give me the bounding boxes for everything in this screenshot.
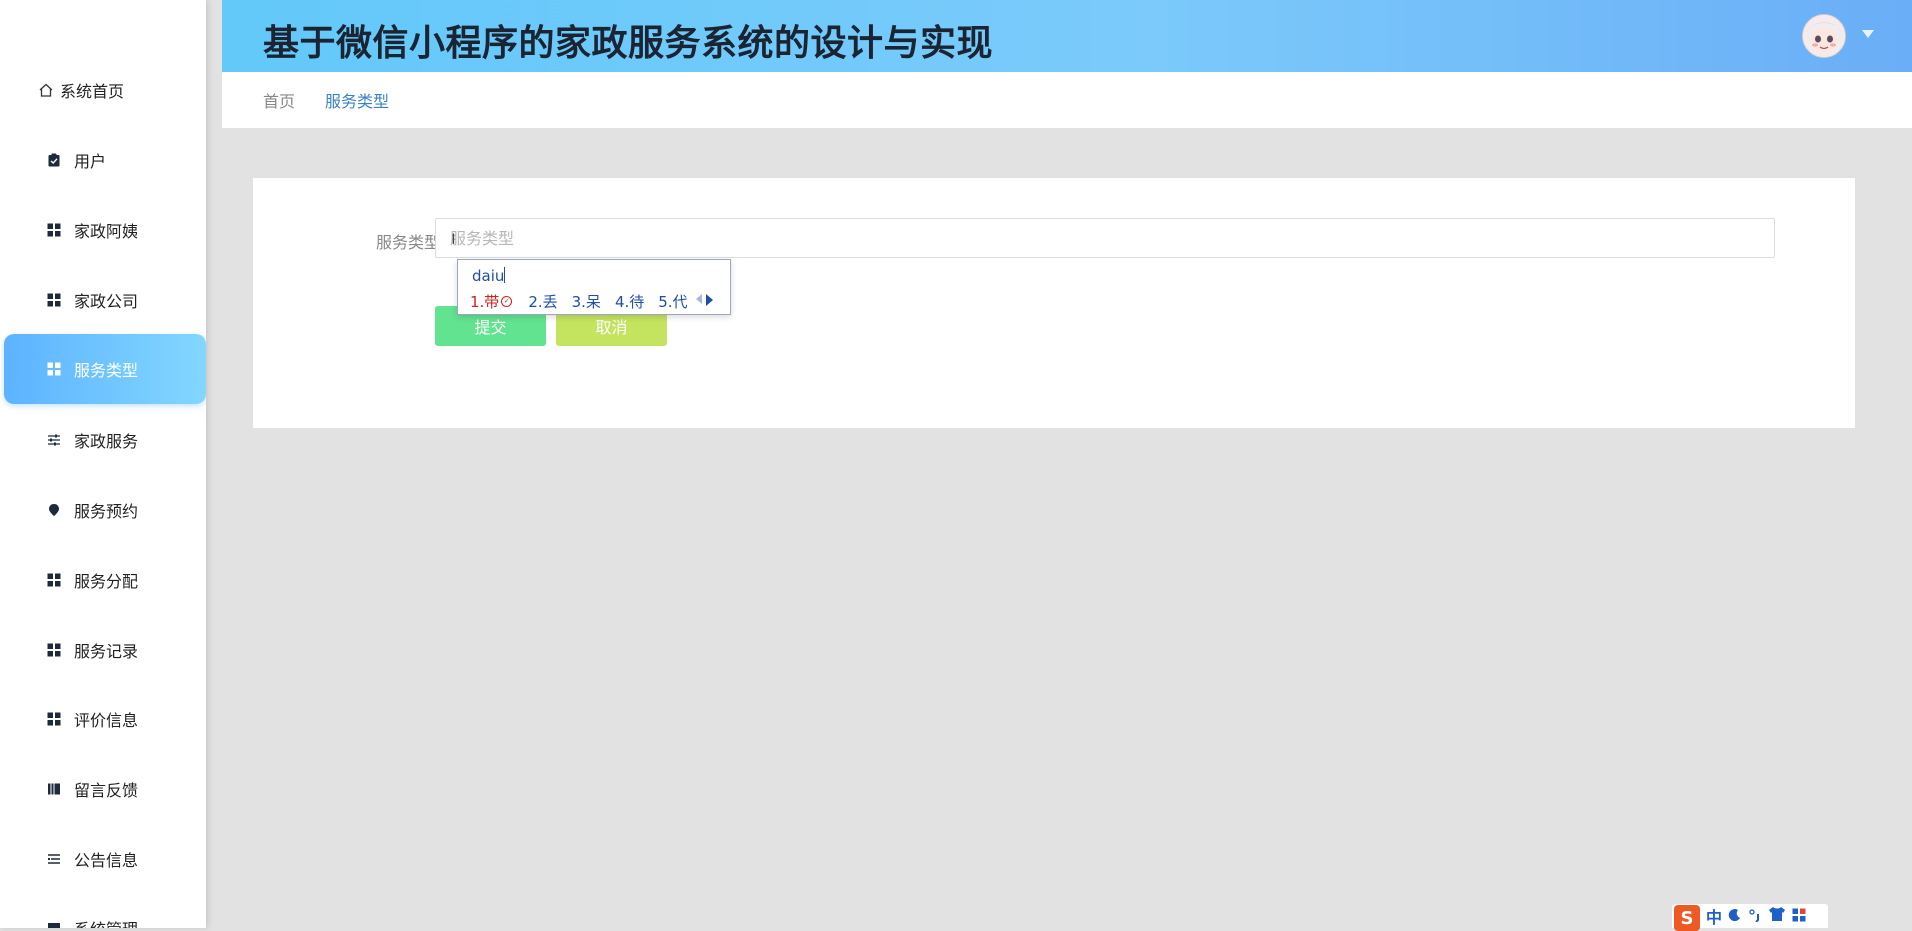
ime-pinyin: daiu	[472, 267, 506, 285]
top-header: 基于微信小程序的家政服务系统的设计与实现	[222, 0, 1912, 72]
sidebar-item-label: 系统管理	[74, 916, 138, 928]
clipboard-icon	[44, 150, 64, 170]
sidebar-item-home[interactable]: 系统首页	[4, 55, 206, 125]
sidebar-item-bookings[interactable]: 服务预约	[4, 475, 206, 545]
ime-logo-icon[interactable]: S	[1674, 905, 1700, 931]
service-type-label: 服务类型	[375, 233, 440, 252]
ime-candidate[interactable]: 4.待	[615, 291, 644, 312]
sidebar-item-housekeepers[interactable]: 家政阿姨	[4, 195, 206, 265]
home-icon	[36, 80, 56, 100]
sidebar-item-label: 留言反馈	[74, 781, 139, 800]
sidebar-item-label: 用户	[74, 152, 107, 171]
sidebar-item-services[interactable]: 家政服务	[4, 405, 206, 475]
ime-candidate[interactable]: 3.呆	[572, 291, 601, 312]
ime-candidate-popup: daiu 1.带 ✓ 2.丢 3.呆 4.待 5.代	[457, 259, 731, 315]
sidebar-item-reviews[interactable]: 评价信息	[4, 684, 206, 754]
skin-icon[interactable]	[1768, 906, 1786, 926]
sidebar-item-label: 服务预约	[74, 502, 139, 521]
sidebar-item-label: 系统首页	[60, 82, 125, 101]
pin-icon	[44, 500, 64, 520]
grid-icon	[44, 220, 64, 240]
sidebar-item-label: 家政公司	[74, 292, 139, 311]
sliders-icon	[44, 430, 64, 450]
avatar[interactable]	[1802, 14, 1846, 58]
sidebar-item-label: 评价信息	[74, 711, 139, 730]
ime-candidate-list: 1.带 ✓ 2.丢 3.呆 4.待 5.代	[470, 291, 702, 312]
chevron-down-icon[interactable]	[1862, 30, 1874, 38]
sidebar-item-label: 公告信息	[74, 851, 139, 870]
sidebar: 系统首页 用户 家政阿姨 家政公司 服务类型 家政服务 服务预约 服务分配 服务…	[0, 0, 206, 928]
ime-caret	[504, 267, 506, 283]
breadcrumb-current: 服务类型	[325, 92, 390, 111]
sidebar-item-service-types[interactable]: 服务类型	[4, 334, 206, 404]
grid-icon	[44, 290, 64, 310]
toolbox-icon[interactable]	[1792, 907, 1806, 926]
ime-pinyin-text: daiu	[472, 267, 505, 285]
page-title: 基于微信小程序的家政服务系统的设计与实现	[263, 23, 994, 64]
sidebar-item-system[interactable]: 系统管理	[4, 893, 206, 928]
gear-icon	[44, 918, 64, 928]
ime-candidate-text: 1.带	[470, 293, 500, 311]
sidebar-item-label: 家政阿姨	[74, 222, 139, 241]
sidebar-item-feedback[interactable]: 留言反馈	[4, 754, 206, 824]
ime-candidate[interactable]: 2.丢	[528, 291, 557, 312]
sidebar-item-users[interactable]: 用户	[4, 125, 206, 195]
sidebar-item-records[interactable]: 服务记录	[4, 615, 206, 685]
ime-mode-toggle[interactable]: 中	[1706, 904, 1722, 928]
breadcrumb: 首页 服务类型	[222, 72, 1912, 128]
sidebar-item-label: 服务记录	[74, 642, 139, 661]
grid-icon	[44, 640, 64, 660]
sidebar-item-companies[interactable]: 家政公司	[4, 265, 206, 335]
punctuation-icon[interactable]	[1748, 907, 1762, 926]
sidebar-item-label: 服务类型	[74, 361, 139, 380]
grid-icon	[44, 570, 64, 590]
grid-icon	[44, 359, 64, 379]
service-type-input[interactable]	[435, 218, 1775, 258]
breadcrumb-home[interactable]: 首页	[263, 88, 295, 112]
sidebar-item-notices[interactable]: 公告信息	[4, 824, 206, 894]
ime-candidate[interactable]: 5.代	[658, 291, 687, 312]
ime-page-arrows	[696, 294, 713, 306]
chevron-right-icon[interactable]	[706, 294, 713, 306]
ime-toolbar: S 中	[1672, 904, 1828, 931]
book-icon	[44, 779, 64, 799]
grid-icon	[44, 709, 64, 729]
text-cursor-icon: I	[451, 232, 456, 248]
sidebar-item-label: 家政服务	[74, 432, 139, 451]
sidebar-item-assignments[interactable]: 服务分配	[4, 545, 206, 615]
moon-icon[interactable]	[1728, 907, 1742, 926]
list-icon	[44, 849, 64, 869]
ime-candidate[interactable]: 1.带 ✓	[470, 291, 513, 312]
check-icon: ✓	[501, 296, 513, 307]
sidebar-item-label: 服务分配	[74, 572, 139, 591]
chevron-left-icon[interactable]	[696, 294, 702, 304]
